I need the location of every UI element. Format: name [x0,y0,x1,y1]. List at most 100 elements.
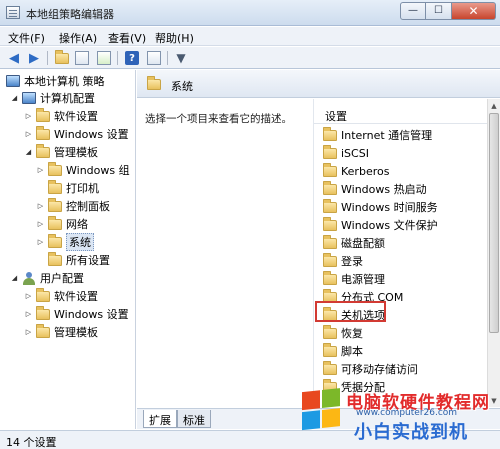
list-item[interactable]: 恢复 [323,324,363,341]
collapse-triangle-icon[interactable]: ▷ [24,310,33,319]
windows-logo-icon [302,388,342,432]
export-list-icon[interactable] [96,50,112,66]
tree-item-software-settings[interactable]: ▷ 软件设置 [24,287,98,304]
tree-item-windows-settings[interactable]: ▷ Windows 设置 [24,305,129,322]
tree-item-label: 本地计算机 策略 [24,75,105,88]
list-item-label: Internet 通信管理 [341,129,433,142]
menu-help[interactable]: 帮助(H) [155,30,194,46]
close-button[interactable]: ✕ [452,2,496,20]
tree-item-computer-config[interactable]: ◢ 计算机配置 [10,90,95,106]
list-item[interactable]: Windows 时间服务 [323,198,438,215]
collapse-triangle-icon[interactable]: ▷ [24,112,33,121]
folder-icon [36,305,50,320]
tree-item-user-config[interactable]: ◢ 用户配置 [10,270,84,286]
folder-icon [48,215,62,230]
collapse-triangle-icon[interactable]: ▷ [36,238,45,247]
tree-item-label: Windows 设置 [54,128,129,141]
folder-icon [36,323,50,338]
list-item-label: 恢复 [341,327,363,340]
title-bar: 本地组策略编辑器 — ☐ ✕ [0,0,500,26]
watermark-line2: 小白实战到机 [354,422,468,443]
tree-item-label: 软件设置 [54,290,98,303]
back-arrow-icon[interactable]: ◀ [6,50,22,66]
list-item-label: 磁盘配额 [341,237,385,250]
tree-pane[interactable]: 本地计算机 策略 ◢ 计算机配置 ▷ 软件设置 ▷ Windows 设置 ◢ 管… [0,70,136,429]
collapse-triangle-icon[interactable]: ▷ [36,166,45,175]
toolbar-separator [47,51,48,65]
tree-item-label: 计算机配置 [40,92,95,105]
list-item-label: iSCSI [341,146,369,160]
settings-list[interactable]: 设置 Internet 通信管理 iSCSI Kerberos Windows … [313,99,488,407]
list-item[interactable]: 可移动存储访问 [323,360,418,377]
tree-item-all-settings[interactable]: 所有设置 [48,251,110,268]
list-item[interactable]: 登录 [323,252,363,269]
expand-triangle-icon[interactable]: ◢ [24,148,33,157]
folder-icon [36,125,50,140]
tree-item-label: Windows 组 [66,164,130,177]
up-folder-icon[interactable] [54,49,70,66]
tree-item-software-settings[interactable]: ▷ 软件设置 [24,107,98,124]
menu-view[interactable]: 查看(V) [108,30,146,46]
list-item[interactable]: Kerberos [323,162,390,179]
minimize-button[interactable]: — [400,2,426,20]
folder-icon [48,179,62,194]
tree-item-system[interactable]: ▷ 系统 [36,233,94,251]
folder-icon [36,143,50,158]
collapse-triangle-icon[interactable]: ▷ [24,292,33,301]
computer-icon [22,92,36,104]
tree-item-printers[interactable]: 打印机 [48,179,99,196]
show-hide-tree-icon[interactable] [74,50,90,66]
highlight-annotation-box [315,301,386,322]
tree-item-windows-components[interactable]: ▷ Windows 组 [36,161,130,178]
tree-item-admin-templates[interactable]: ◢ 管理模板 [24,143,98,160]
tab-extended[interactable]: 扩展 [143,410,177,428]
tree-item-control-panel[interactable]: ▷ 控制面板 [36,197,110,214]
list-item[interactable]: 脚本 [323,342,363,359]
tree-item-root[interactable]: 本地计算机 策略 [6,73,105,89]
collapse-triangle-icon[interactable]: ▷ [24,328,33,337]
tab-standard[interactable]: 标准 [177,410,211,428]
collapse-triangle-icon[interactable]: ▷ [36,220,45,229]
tree-item-network[interactable]: ▷ 网络 [36,215,88,232]
list-item[interactable]: Internet 通信管理 [323,126,433,143]
menu-action[interactable]: 操作(A) [59,30,97,46]
properties-icon[interactable] [146,50,162,66]
menu-file[interactable]: 文件(F) [8,30,45,46]
scroll-up-arrow-icon[interactable]: ▲ [488,99,500,112]
description-pane: 选择一个项目来查看它的描述。 [137,99,312,407]
maximize-button[interactable]: ☐ [426,2,452,20]
forward-arrow-icon[interactable]: ▶ [26,50,42,66]
folder-icon [323,360,337,375]
expand-triangle-icon[interactable]: ◢ [10,274,19,283]
filter-icon[interactable]: ▼ [173,50,189,66]
column-header-setting[interactable]: 设置 [314,104,488,124]
tree-item-label: 软件设置 [54,110,98,123]
folder-icon [323,126,337,141]
list-item[interactable]: Windows 文件保护 [323,216,438,233]
tree-item-label: 控制面板 [66,200,110,213]
toolbar: ◀ ▶ ? ▼ [0,47,500,69]
tree-item-admin-templates[interactable]: ▷ 管理模板 [24,323,98,340]
folder-icon [323,180,337,195]
tree-item-label: 系统 [66,233,94,251]
list-item[interactable]: 磁盘配额 [323,234,385,251]
folder-icon [323,198,337,213]
help-icon[interactable]: ? [124,50,140,66]
list-item[interactable]: Windows 热启动 [323,180,427,197]
policy-editor-app-icon [6,6,20,19]
tree-item-label: 用户配置 [40,272,84,285]
folder-icon [323,324,337,339]
list-item[interactable]: iSCSI [323,144,369,161]
tree-item-windows-settings[interactable]: ▷ Windows 设置 [24,125,129,142]
tree-item-label: Windows 设置 [54,308,129,321]
folder-icon [323,252,337,267]
collapse-triangle-icon[interactable]: ▷ [24,130,33,139]
list-item[interactable]: 电源管理 [323,270,385,287]
list-item-label: Kerberos [341,164,390,178]
scrollbar-thumb[interactable] [489,113,499,333]
menu-bar: 文件(F) 操作(A) 查看(V) 帮助(H) [0,27,500,46]
expand-triangle-icon[interactable]: ◢ [10,94,19,103]
vertical-scrollbar[interactable]: ▲ ▼ [487,99,500,407]
tree-item-label: 打印机 [66,182,99,195]
collapse-triangle-icon[interactable]: ▷ [36,202,45,211]
